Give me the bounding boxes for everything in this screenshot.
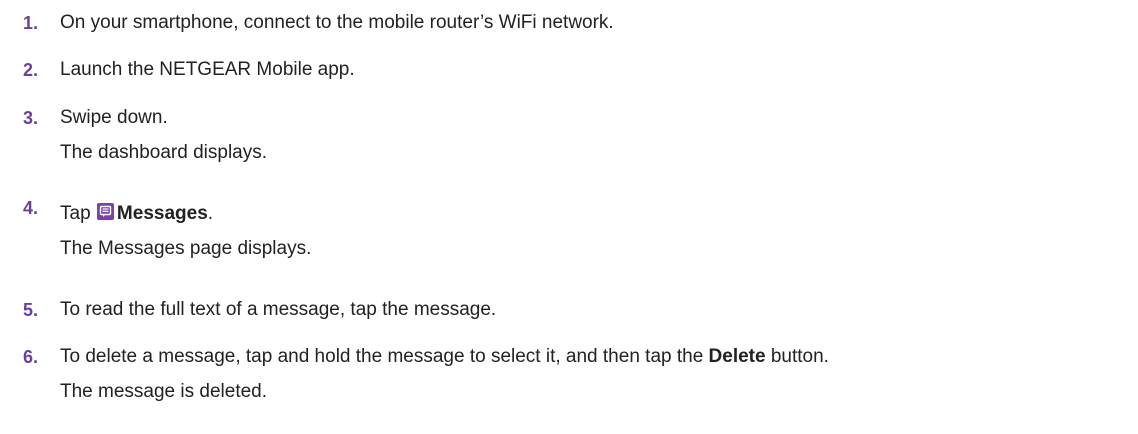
messages-label: Messages: [116, 203, 208, 224]
step-number: 2.: [23, 60, 39, 80]
step-number: 6.: [23, 347, 39, 367]
step-text: Tap Messages.: [60, 203, 213, 225]
step-text: Swipe down.: [60, 107, 168, 128]
messages-icon: [96, 203, 114, 220]
step-suffix: button.: [770, 346, 829, 367]
step-number: 4.: [23, 198, 39, 218]
step-number: 3.: [23, 108, 39, 128]
step-result: The message is deleted.: [60, 381, 268, 402]
step-number: 5.: [23, 300, 39, 320]
step-number: 1.: [23, 13, 39, 33]
step-text: Launch the NETGEAR Mobile app.: [60, 59, 355, 80]
step-prefix: To delete a message, tap and hold the me…: [60, 346, 704, 367]
delete-label: Delete: [708, 346, 766, 367]
step-result: The dashboard displays.: [60, 142, 268, 163]
step-text: To read the full text of a message, tap …: [60, 299, 497, 320]
step-suffix: .: [207, 203, 214, 224]
step-result: The Messages page displays.: [60, 238, 312, 259]
step-prefix: Tap: [60, 203, 91, 224]
step-text: On your smartphone, connect to the mobil…: [60, 12, 614, 33]
step-text: To delete a message, tap and hold the me…: [60, 346, 829, 368]
